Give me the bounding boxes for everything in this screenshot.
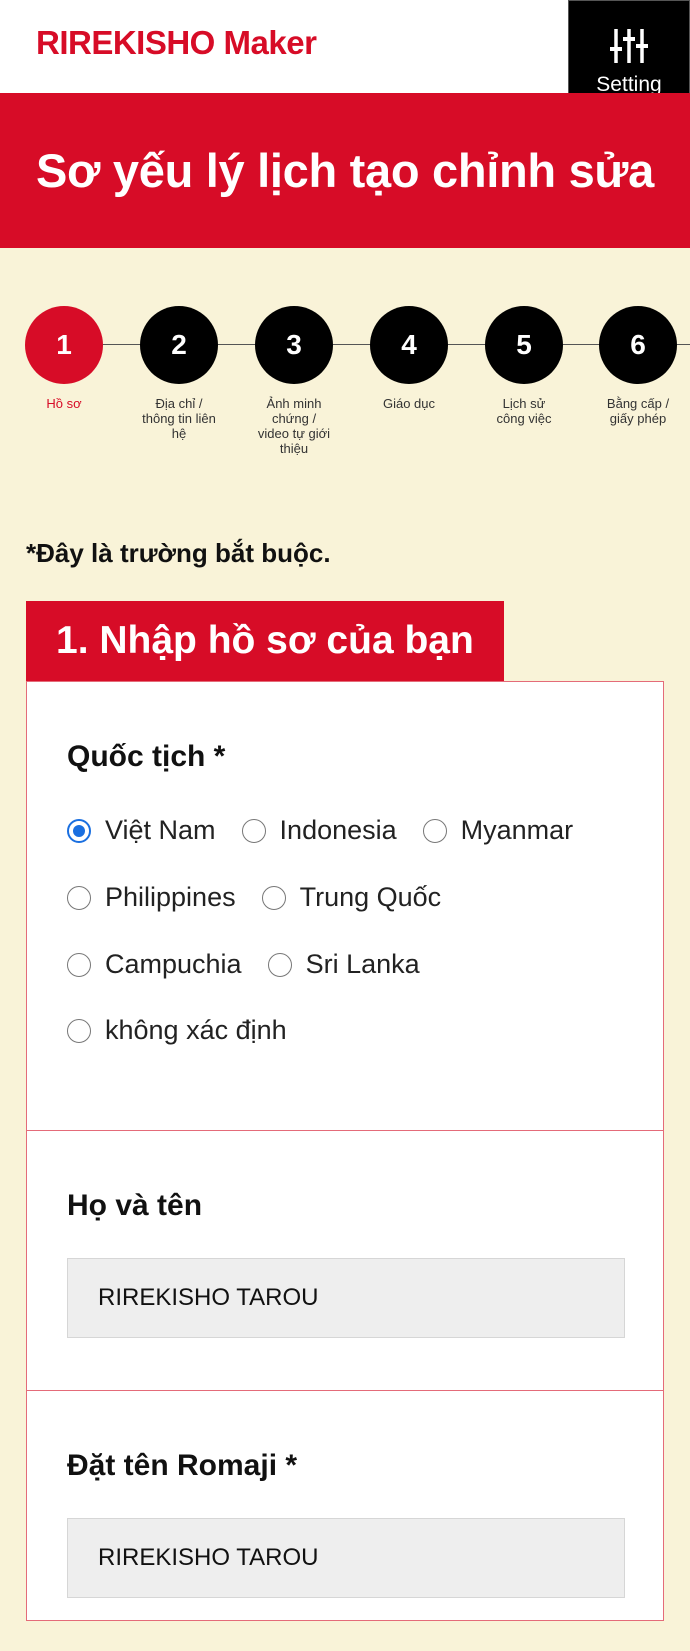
radio-option-indonesia[interactable]: Indonesia (241, 815, 397, 846)
profile-form: Quốc tịch * Việt Nam Indonesia Myanmar P… (26, 681, 664, 1621)
radio-row: Việt Nam Indonesia Myanmar (67, 815, 599, 846)
radio-label: Trung Quốc (299, 882, 442, 912)
field-label: Đặt tên Romaji * (67, 1449, 298, 1482)
radio-label: Myanmar (460, 815, 574, 845)
radio-option-cambodia[interactable]: Campuchia (67, 949, 242, 980)
step-label: Hồ sơ (46, 396, 82, 411)
step-circle: 5 (485, 306, 563, 384)
nationality-field: Quốc tịch * Việt Nam Indonesia Myanmar P… (27, 682, 663, 1131)
step-circle: 4 (370, 306, 448, 384)
step-label: Lịch sử công việc (496, 396, 552, 426)
step-label: Bằng cấp / giấy phép (606, 396, 670, 426)
radio-button[interactable] (67, 1018, 91, 1043)
radio-label: Việt Nam (105, 815, 216, 845)
step-progress: 1 Hồ sơ 2 Địa chỉ / thông tin liên hệ 3 … (0, 290, 690, 470)
radio-option-philippines[interactable]: Philippines (67, 882, 236, 913)
radio-option-myanmar[interactable]: Myanmar (422, 815, 574, 846)
radio-label: Sri Lanka (305, 949, 420, 979)
full-name-field: Họ và tên RIREKISHO TAROU (27, 1131, 663, 1391)
radio-button[interactable] (241, 818, 266, 843)
radio-label: Philippines (105, 882, 236, 912)
full-name-input[interactable]: RIREKISHO TAROU (67, 1258, 625, 1338)
radio-option-china[interactable]: Trung Quốc (261, 882, 442, 913)
page-title: Sơ yếu lý lịch tạo chỉnh sửa (36, 144, 654, 197)
radio-button[interactable] (67, 952, 91, 977)
radio-option-vietnam[interactable]: Việt Nam (67, 815, 216, 846)
romaji-name-field: Đặt tên Romaji * RIREKISHO TAROU (27, 1391, 663, 1651)
sliders-icon (610, 29, 648, 63)
step-5[interactable]: 5 Lịch sử công việc (469, 306, 579, 426)
radio-label: không xác định (105, 1015, 287, 1045)
step-circle: 3 (255, 306, 333, 384)
radio-option-sri-lanka[interactable]: Sri Lanka (267, 949, 420, 980)
field-label: Quốc tịch * (67, 740, 226, 773)
step-label: Ảnh minh chứng / video tự giới thiệu (257, 396, 331, 456)
radio-label: Indonesia (279, 815, 397, 845)
step-2[interactable]: 2 Địa chỉ / thông tin liên hệ (124, 306, 234, 441)
step-circle: 2 (140, 306, 218, 384)
step-circle: 1 (25, 306, 103, 384)
step-6[interactable]: 6 Bằng cấp / giấy phép (583, 306, 690, 426)
radio-row: không xác định (67, 1015, 313, 1046)
radio-button-checked[interactable] (67, 818, 91, 843)
radio-button[interactable] (67, 885, 91, 910)
radio-button[interactable] (267, 952, 292, 977)
radio-option-unspecified[interactable]: không xác định (67, 1015, 287, 1046)
radio-label: Campuchia (105, 949, 242, 979)
step-1[interactable]: 1 Hồ sơ (9, 306, 119, 411)
romaji-name-input[interactable]: RIREKISHO TAROU (67, 1518, 625, 1598)
step-circle: 6 (599, 306, 677, 384)
field-label: Họ và tên (67, 1189, 203, 1222)
radio-button[interactable] (422, 818, 447, 843)
radio-row: Philippines Trung Quốc (67, 882, 467, 913)
required-note: *Đây là trường bắt buộc. (26, 538, 331, 568)
page-banner: Sơ yếu lý lịch tạo chỉnh sửa (0, 93, 690, 248)
radio-row: Campuchia Sri Lanka (67, 949, 446, 980)
section-title: 1. Nhập hồ sơ của bạn (26, 601, 504, 681)
step-3[interactable]: 3 Ảnh minh chứng / video tự giới thiệu (239, 306, 349, 456)
step-label: Giáo dục (382, 396, 436, 411)
radio-button[interactable] (261, 885, 286, 910)
step-label: Địa chỉ / thông tin liên hệ (142, 396, 216, 441)
app-logo[interactable]: RIREKISHO Maker (36, 24, 317, 62)
step-4[interactable]: 4 Giáo dục (354, 306, 464, 411)
